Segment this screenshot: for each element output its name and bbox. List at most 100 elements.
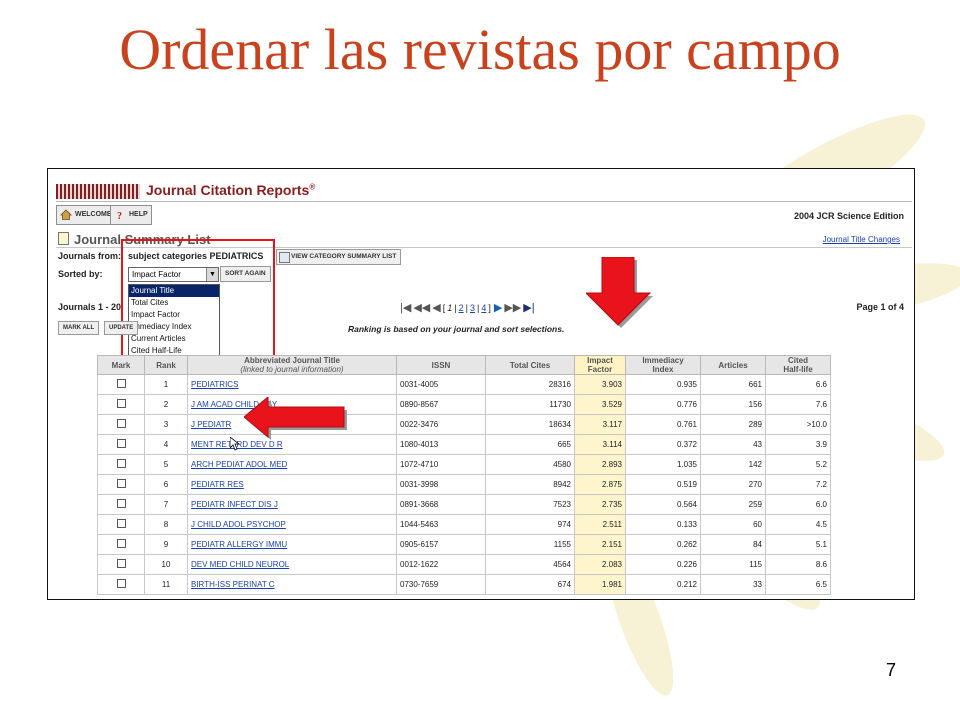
col-title[interactable]: Abbreviated Journal Title (linked to jour…	[187, 355, 397, 375]
mark-checkbox[interactable]	[116, 559, 126, 568]
col-impact-factor[interactable]: Impact Factor	[574, 355, 626, 375]
welcome-button[interactable]: WELCOME	[56, 205, 116, 225]
first-page-icon[interactable]: |◀	[400, 301, 411, 314]
immediacy-cell: 0.761	[625, 414, 701, 435]
issn-cell: 0012-1622	[396, 554, 486, 575]
immediacy-cell: 0.212	[625, 574, 701, 595]
svg-text:?: ?	[117, 211, 122, 220]
mark-checkbox-cell[interactable]	[97, 434, 145, 455]
mark-checkbox[interactable]	[116, 399, 126, 408]
table-row: 4 MENT RETARD DEV D R 1080-4013 665 3.114 0.3…	[97, 434, 831, 455]
immediacy-cell: 1.035	[625, 454, 701, 475]
mark-checkbox[interactable]	[116, 539, 126, 548]
update-button[interactable]: UPDATE	[104, 321, 139, 335]
table-row: 3J PEDIATR 0022-3476 18634 3.117 0.761 289 >10…	[97, 414, 831, 435]
table-header-row: Mark Rank Abbreviated Journal Title (link…	[97, 355, 831, 375]
mark-checkbox-cell[interactable]	[97, 374, 145, 395]
mark-checkbox-cell[interactable]	[97, 534, 145, 555]
previous-page-icon[interactable]: ◀	[432, 301, 440, 314]
col-cited-half-life[interactable]: Cited Half-life	[765, 355, 831, 375]
mark-checkbox[interactable]	[116, 499, 126, 508]
col-articles[interactable]: Articles	[700, 355, 766, 375]
jcr-logo-stripe	[56, 184, 140, 199]
rank-cell: 11	[144, 574, 188, 595]
mark-checkbox[interactable]	[116, 479, 126, 488]
total-cites-cell: 4564	[485, 554, 575, 575]
mark-checkbox-cell[interactable]	[97, 514, 145, 535]
slide-title: Ordenar las revistas por campo	[119, 17, 841, 82]
jcr-app-title: Journal Citation Reports®	[146, 182, 316, 198]
articles-cell: 142	[700, 454, 766, 475]
title-cell: J CHILD ADOL PSYCHOP	[187, 514, 397, 535]
journal-title-link[interactable]: PEDIATR INFECT DIS J	[191, 500, 278, 509]
journal-title-link[interactable]: ARCH PEDIAT ADOL MED	[191, 460, 287, 469]
journal-title-link[interactable]: BIRTH-ISS PERINAT C	[191, 580, 275, 589]
col-total-cites[interactable]: Total Cites	[485, 355, 575, 375]
mark-checkbox-cell[interactable]	[97, 474, 145, 495]
articles-cell: 156	[700, 394, 766, 415]
mark-checkbox-cell[interactable]	[97, 454, 145, 475]
total-cites-cell: 674	[485, 574, 575, 595]
help-button[interactable]: ? HELP	[110, 205, 152, 225]
journal-table: Mark Rank Abbreviated Journal Title (link…	[97, 355, 831, 595]
mark-all-button[interactable]: MARK ALL	[58, 321, 100, 335]
mark-checkbox[interactable]	[116, 419, 126, 428]
pager-separator: |	[476, 302, 480, 313]
previous-set-icon[interactable]: ◀◀	[413, 301, 430, 314]
mark-checkbox-cell[interactable]	[97, 394, 145, 415]
journals-from-label: Journals from:	[58, 251, 122, 261]
immediacy-cell: 0.226	[625, 554, 701, 575]
col-rank[interactable]: Rank	[144, 355, 188, 375]
mark-checkbox-cell[interactable]	[97, 554, 145, 575]
pagination: |◀ ◀◀ ◀ [ 1 | 2 | 3 | 4 ] ▶ ▶▶ ▶|	[400, 301, 537, 314]
journal-title-changes-link[interactable]: Journal Title Changes	[823, 235, 900, 244]
impact-factor-cell: 2.735	[574, 494, 626, 515]
next-page-icon[interactable]: ▶	[494, 301, 502, 314]
articles-cell: 115	[700, 554, 766, 575]
impact-factor-cell: 3.529	[574, 394, 626, 415]
articles-cell: 60	[700, 514, 766, 535]
immediacy-cell: 0.776	[625, 394, 701, 415]
journal-title-link[interactable]: J CHILD ADOL PSYCHOP	[191, 520, 286, 529]
col-issn[interactable]: ISSN	[396, 355, 486, 375]
journal-table-body: 1 PEDIATRICS 0031-4005 28316 3.903 0.935 661 6.…	[97, 374, 831, 595]
mark-checkbox[interactable]	[116, 579, 126, 588]
page-link[interactable]: 3	[470, 303, 475, 313]
journal-title-link[interactable]: PEDIATR RES	[191, 480, 244, 489]
mark-checkbox[interactable]	[116, 519, 126, 528]
view-category-summary-button[interactable]: VIEW CATEGORY SUMMARY LIST	[276, 249, 402, 265]
table-row: 9 PEDIATR ALLERGY IMMU 0905-6157 1155 2.151 0…	[97, 534, 831, 555]
rank-cell: 2	[144, 394, 188, 415]
impact-factor-cell: 2.893	[574, 454, 626, 475]
mark-checkbox[interactable]	[116, 379, 126, 388]
jcr-header-rule	[56, 201, 912, 202]
ranking-note: Ranking is based on your journal and sor…	[348, 324, 565, 334]
journal-title-link[interactable]: DEV MED CHILD NEUROL	[191, 560, 289, 569]
page-link[interactable]: 2	[459, 303, 464, 313]
mark-checkbox-cell[interactable]	[97, 414, 145, 435]
mark-checkbox-cell[interactable]	[97, 574, 145, 595]
mark-checkbox[interactable]	[116, 459, 126, 468]
rank-cell: 9	[144, 534, 188, 555]
sorted-by-label: Sorted by:	[58, 269, 103, 279]
next-set-icon[interactable]: ▶▶	[504, 301, 521, 314]
immediacy-cell: 0.262	[625, 534, 701, 555]
page-indicator: Page 1 of 4	[856, 302, 904, 312]
last-page-icon[interactable]: ▶|	[523, 301, 534, 314]
table-row: 8J CHILD ADOL PSYCHOP 1044-5463 974 2.511 0.…	[97, 514, 831, 535]
articles-cell: 270	[700, 474, 766, 495]
mark-checkbox-cell[interactable]	[97, 494, 145, 515]
journal-title-link[interactable]: J PEDIATR	[191, 420, 231, 429]
title-cell: DEV MED CHILD NEUROL	[187, 554, 397, 575]
col-immediacy-index[interactable]: Immediacy Index	[625, 355, 701, 375]
issn-cell: 1044-5463	[396, 514, 486, 535]
mark-checkbox[interactable]	[116, 439, 126, 448]
sort-highlight-box	[121, 239, 275, 357]
pager-bracket: [	[442, 302, 446, 313]
page-link[interactable]: 4	[481, 303, 486, 313]
journal-title-link[interactable]: PEDIATRICS	[191, 380, 238, 389]
col-mark[interactable]: Mark	[97, 355, 145, 375]
total-cites-cell: 8942	[485, 474, 575, 495]
journal-title-link[interactable]: PEDIATR ALLERGY IMMU	[191, 540, 287, 549]
immediacy-cell: 0.372	[625, 434, 701, 455]
